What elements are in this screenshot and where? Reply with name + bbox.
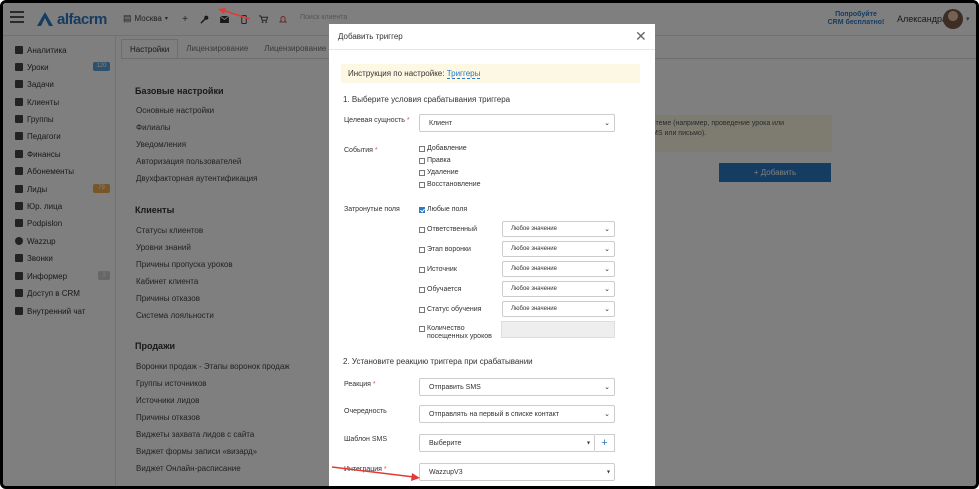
fields-label: Затронутые поля (344, 206, 400, 213)
annotation-arrow-icon (218, 8, 251, 20)
event-add-checkbox[interactable]: Добавление (419, 145, 467, 153)
field-value: Любое значение (511, 306, 557, 312)
events-label: События * (344, 147, 378, 154)
target-label-text: Целевая сущность (344, 117, 405, 124)
checkbox[interactable] (419, 158, 425, 164)
checkbox[interactable] (419, 267, 425, 273)
field-label: Количество посещенных уроков (427, 325, 492, 341)
app-window: alfacrm ▤ Москва ▾ + Поиск клиента Попро… (0, 0, 979, 489)
annotation-arrow-icon (331, 466, 420, 481)
field-studying-checkbox[interactable]: Обучается (419, 286, 461, 294)
target-value: Клиент (429, 119, 453, 127)
modal-header: Добавить триггер ✕ (329, 24, 655, 50)
count-input (501, 321, 615, 338)
instruction-box: Инструкция по настройке: Триггеры (341, 64, 640, 83)
checkbox[interactable] (419, 146, 425, 152)
field-value: Любое значение (511, 226, 557, 232)
events-label-text: События (344, 147, 373, 154)
field-studying-select[interactable]: Любое значение ⌄ (502, 281, 615, 297)
field-count-checkbox[interactable]: Количество посещенных уроков (419, 325, 492, 341)
add-template-button[interactable]: + (595, 434, 615, 452)
integration-select[interactable]: WazzupV3 ▾ (419, 463, 615, 481)
chevron-down-icon: ⌄ (604, 306, 610, 313)
required-mark: * (406, 117, 410, 124)
count-line2: посещенных уроков (427, 333, 492, 340)
field-status-select[interactable]: Любое значение ⌄ (502, 301, 615, 317)
checkbox[interactable] (419, 247, 425, 253)
field-source-checkbox[interactable]: Источник (419, 266, 457, 274)
template-label: Шаблон SMS (344, 436, 388, 443)
required-mark: * (374, 147, 378, 154)
add-trigger-modal: Добавить триггер ✕ Инструкция по настрой… (329, 24, 655, 486)
close-icon[interactable]: ✕ (635, 28, 647, 45)
field-label: Ответственный (427, 226, 477, 233)
chevron-down-icon: ⌄ (604, 384, 610, 391)
chevron-down-icon: ⌄ (604, 266, 610, 273)
chevron-down-icon: ⌄ (604, 411, 610, 418)
field-value: Любое значение (511, 246, 557, 252)
target-select[interactable]: Клиент ⌄ (419, 114, 615, 132)
count-line1: Количество (427, 325, 465, 332)
order-value: Отправлять на первый в списке контакт (429, 410, 559, 418)
target-label: Целевая сущность * (344, 117, 410, 124)
reaction-value: Отправить SMS (429, 383, 481, 391)
event-label: Удаление (427, 169, 459, 176)
section2-title: 2. Установите реакцию триггера при сраба… (343, 357, 533, 366)
reaction-label-text: Реакция (344, 381, 371, 388)
section1-title: 1. Выберите условия срабатывания триггер… (343, 95, 511, 104)
field-label: Статус обучения (427, 306, 482, 313)
chevron-down-icon: ⌄ (604, 246, 610, 253)
event-label: Правка (427, 157, 451, 164)
field-value: Любое значение (511, 286, 557, 292)
order-label: Очередность (344, 408, 387, 415)
field-status-checkbox[interactable]: Статус обучения (419, 306, 481, 314)
event-label: Добавление (427, 145, 467, 152)
modal-title: Добавить триггер (338, 32, 403, 41)
checkbox[interactable] (419, 182, 425, 188)
field-value: Любое значение (511, 266, 557, 272)
any-fields-label: Любые поля (427, 206, 468, 213)
chevron-down-icon: ⌄ (604, 120, 610, 127)
checkbox[interactable] (419, 170, 425, 176)
checkbox[interactable] (419, 307, 425, 313)
field-label: Обучается (427, 286, 462, 293)
any-fields-checkbox[interactable]: Любые поля (419, 206, 467, 214)
chevron-down-icon: ▾ (606, 469, 610, 476)
reaction-label: Реакция * (344, 381, 376, 388)
event-restore-checkbox[interactable]: Восстановление (419, 181, 481, 189)
chevron-down-icon: ⌄ (604, 226, 610, 233)
field-label: Этап воронки (427, 246, 471, 253)
field-source-select[interactable]: Любое значение ⌄ (502, 261, 615, 277)
template-select[interactable]: Выберите ▾ (419, 434, 595, 452)
field-responsible-checkbox[interactable]: Ответственный (419, 226, 477, 234)
integration-value: WazzupV3 (429, 468, 463, 476)
required-mark: * (372, 381, 376, 388)
field-stage-select[interactable]: Любое значение ⌄ (502, 241, 615, 257)
instruction-text: Инструкция по настройке: (348, 69, 445, 78)
event-delete-checkbox[interactable]: Удаление (419, 169, 459, 177)
checkbox-checked[interactable] (419, 207, 425, 213)
field-label: Источник (427, 266, 457, 273)
event-edit-checkbox[interactable]: Правка (419, 157, 451, 165)
field-responsible-select[interactable]: Любое значение ⌄ (502, 221, 615, 237)
checkbox[interactable] (419, 326, 425, 332)
reaction-select[interactable]: Отправить SMS ⌄ (419, 378, 615, 396)
instruction-link[interactable]: Триггеры (446, 69, 481, 79)
order-select[interactable]: Отправлять на первый в списке контакт ⌄ (419, 405, 615, 423)
chevron-down-icon: ▾ (586, 440, 590, 447)
checkbox[interactable] (419, 227, 425, 233)
chevron-down-icon: ⌄ (604, 286, 610, 293)
field-stage-checkbox[interactable]: Этап воронки (419, 246, 471, 254)
event-label: Восстановление (427, 181, 481, 188)
template-value: Выберите (429, 439, 462, 447)
checkbox[interactable] (419, 287, 425, 293)
